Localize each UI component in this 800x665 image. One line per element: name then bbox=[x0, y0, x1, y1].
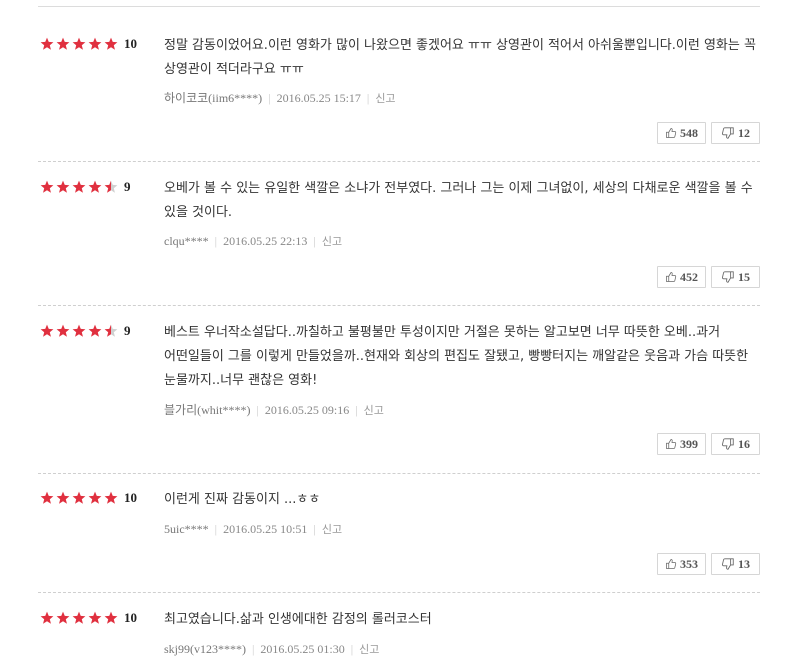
review-text: 정말 감동이었어요.이런 영화가 많이 나왔으면 좋겠어요 ㅠㅠ 상영관이 적어… bbox=[164, 38, 756, 77]
star-rating bbox=[40, 180, 120, 194]
like-count: 548 bbox=[680, 125, 698, 140]
thumbs-down-icon bbox=[722, 438, 734, 450]
review-meta: 5uic**** | 2016.05.25 10:51 | 신고 bbox=[164, 522, 343, 536]
review-author[interactable]: 하이코코(iim6****) bbox=[164, 91, 262, 105]
review-date: 2016.05.25 01:30 bbox=[260, 642, 345, 656]
review-date: 2016.05.25 15:17 bbox=[276, 91, 361, 105]
star-full-icon bbox=[40, 611, 56, 625]
like-count: 399 bbox=[680, 436, 698, 451]
dislike-count: 15 bbox=[738, 269, 750, 284]
star-rating bbox=[40, 611, 120, 625]
review-divider bbox=[38, 305, 760, 306]
report-link[interactable]: 신고 bbox=[322, 235, 342, 248]
star-full-icon bbox=[56, 324, 72, 338]
review-author[interactable]: 5uic**** bbox=[164, 522, 209, 536]
rating-score: 9 bbox=[124, 323, 131, 338]
star-full-icon bbox=[40, 491, 56, 505]
dislike-count: 16 bbox=[738, 436, 750, 451]
review-date: 2016.05.25 22:13 bbox=[223, 234, 308, 248]
thumbs-up-icon bbox=[666, 439, 677, 449]
dislike-button[interactable]: 16 bbox=[711, 433, 760, 455]
star-full-icon bbox=[40, 37, 56, 51]
report-link[interactable]: 신고 bbox=[364, 404, 384, 417]
review-item: 9 베스트 우너작소설답다..까칠하고 불평불만 투성이지만 거절은 못하는 알… bbox=[38, 323, 760, 474]
dislike-button[interactable]: 12 bbox=[711, 122, 760, 144]
thumbs-up-icon bbox=[666, 128, 677, 138]
rating-score: 10 bbox=[124, 490, 137, 505]
review-item: 9 오베가 볼 수 있는 유일한 색깔은 소냐가 전부였다. 그러나 그는 이제… bbox=[38, 179, 760, 306]
star-full-icon bbox=[88, 491, 104, 505]
star-full-icon bbox=[40, 324, 56, 338]
star-full-icon bbox=[56, 611, 72, 625]
star-full-icon bbox=[72, 324, 88, 338]
thumbs-up-icon bbox=[666, 559, 677, 569]
star-full-icon bbox=[72, 491, 88, 505]
review-date: 2016.05.25 09:16 bbox=[264, 403, 350, 417]
star-rating bbox=[40, 491, 120, 505]
star-full-icon bbox=[88, 324, 104, 338]
like-count: 353 bbox=[680, 556, 698, 571]
star-full-icon bbox=[104, 491, 120, 505]
star-half-icon bbox=[104, 180, 120, 194]
star-full-icon bbox=[88, 37, 104, 51]
review-author[interactable]: clqu**** bbox=[164, 234, 209, 248]
like-button[interactable]: 548 bbox=[657, 122, 706, 144]
star-full-icon bbox=[104, 37, 120, 51]
star-full-icon bbox=[104, 611, 120, 625]
report-link[interactable]: 신고 bbox=[375, 92, 395, 105]
star-full-icon bbox=[88, 180, 104, 194]
review-meta: 블가리(whit****) | 2016.05.25 09:16 | 신고 bbox=[164, 403, 384, 417]
star-full-icon bbox=[72, 37, 88, 51]
star-full-icon bbox=[72, 611, 88, 625]
review-item: 10 정말 감동이었어요.이런 영화가 많이 나왔으면 좋겠어요 ㅠㅠ 상영관이… bbox=[38, 36, 760, 162]
review-meta: clqu**** | 2016.05.25 22:13 | 신고 bbox=[164, 234, 343, 248]
thumbs-up-icon bbox=[666, 272, 677, 282]
star-full-icon bbox=[56, 37, 72, 51]
star-full-icon bbox=[56, 491, 72, 505]
star-rating bbox=[40, 37, 120, 51]
thumbs-down-icon bbox=[722, 558, 734, 570]
star-full-icon bbox=[72, 180, 88, 194]
star-full-icon bbox=[88, 611, 104, 625]
dislike-count: 13 bbox=[738, 556, 750, 571]
like-count: 452 bbox=[680, 269, 698, 284]
review-text: 오베가 볼 수 있는 유일한 색깔은 소냐가 전부였다. 그러나 그는 이제 그… bbox=[164, 181, 753, 220]
rating-score: 10 bbox=[124, 36, 137, 51]
review-date: 2016.05.25 10:51 bbox=[223, 522, 308, 536]
report-link[interactable]: 신고 bbox=[359, 643, 379, 656]
dislike-count: 12 bbox=[738, 125, 750, 140]
review-text: 이런게 진짜 감동이지 ...ㅎㅎ bbox=[164, 492, 321, 507]
review-author[interactable]: skj99(v123****) bbox=[164, 642, 246, 656]
review-author[interactable]: 블가리(whit****) bbox=[164, 403, 250, 417]
like-button[interactable]: 452 bbox=[657, 266, 706, 288]
review-divider bbox=[38, 161, 760, 162]
review-item: 10 최고였습니다.삶과 인생에대한 감정의 롤러코스터 skj99(v123*… bbox=[38, 610, 760, 665]
rating-score: 9 bbox=[124, 179, 131, 194]
star-rating bbox=[40, 324, 120, 338]
review-divider bbox=[38, 592, 760, 593]
review-text: 최고였습니다.삶과 인생에대한 감정의 롤러코스터 bbox=[164, 612, 432, 627]
star-full-icon bbox=[40, 180, 56, 194]
like-button[interactable]: 353 bbox=[657, 553, 706, 575]
dislike-button[interactable]: 13 bbox=[711, 553, 760, 575]
report-link[interactable]: 신고 bbox=[322, 523, 342, 536]
thumbs-down-icon bbox=[722, 271, 734, 283]
star-half-icon bbox=[104, 324, 120, 338]
review-meta: 하이코코(iim6****) | 2016.05.25 15:17 | 신고 bbox=[164, 91, 396, 105]
review-item: 10 이런게 진짜 감동이지 ...ㅎㅎ 5uic**** | 2016.05.25… bbox=[38, 490, 760, 593]
star-full-icon bbox=[56, 180, 72, 194]
review-text: 베스트 우너작소설답다..까칠하고 불평불만 투성이지만 거절은 못하는 알고보… bbox=[164, 325, 749, 388]
thumbs-down-icon bbox=[722, 127, 734, 139]
dislike-button[interactable]: 15 bbox=[711, 266, 760, 288]
like-button[interactable]: 399 bbox=[657, 433, 706, 455]
rating-score: 10 bbox=[124, 610, 137, 625]
review-meta: skj99(v123****) | 2016.05.25 01:30 | 신고 bbox=[164, 642, 380, 656]
top-divider bbox=[38, 6, 760, 7]
review-divider bbox=[38, 473, 760, 474]
